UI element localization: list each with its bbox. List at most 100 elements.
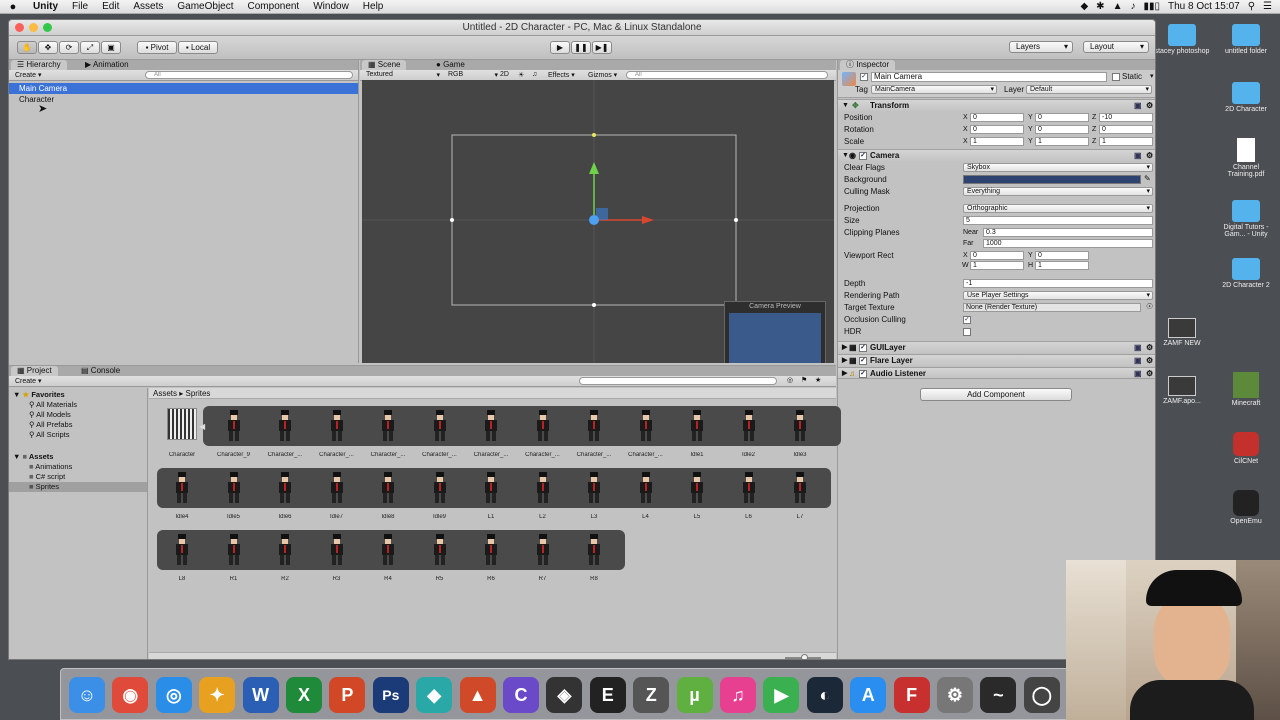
sprite-asset[interactable]: Character_9 (215, 408, 253, 458)
desktop-icon-folder[interactable]: stacey photoshop (1152, 24, 1212, 55)
settings-gear-icon[interactable]: ⚙ (1146, 368, 1153, 380)
maya-icon[interactable]: ◆ (416, 677, 453, 713)
sprite-asset[interactable]: R1 (215, 532, 253, 582)
scale-y-field[interactable]: 1 (1035, 137, 1089, 146)
desktop-icon-file[interactable]: Channel Training.pdf (1216, 138, 1276, 178)
hdr-checkbox[interactable] (963, 328, 971, 336)
move-gizmo-x-arrow[interactable] (642, 216, 654, 224)
battery-icon[interactable]: ▮▮▯ (1143, 1, 1160, 12)
thumbnail-size-slider-handle[interactable] (801, 654, 808, 659)
sprite-asset[interactable]: Idle2 (730, 408, 768, 458)
rendering-path-dropdown[interactable]: Use Player Settings (963, 291, 1153, 300)
sprite-asset[interactable]: Character_... (318, 408, 356, 458)
background-color-swatch[interactable] (963, 175, 1141, 184)
itunes-icon[interactable]: ♫ (720, 677, 756, 713)
safari-icon[interactable]: ◎ (155, 677, 192, 713)
facetime-icon[interactable]: ▶ (763, 677, 800, 713)
steam-icon[interactable]: ◐ (806, 677, 843, 713)
rotation-x-field[interactable]: 0 (970, 125, 1024, 134)
camera-handle-left[interactable] (450, 218, 454, 222)
camera-handle-top[interactable] (592, 133, 596, 137)
filter-by-type-icon[interactable]: ◎ (787, 376, 793, 384)
menu-edit[interactable]: Edit (95, 1, 126, 12)
camera-component-header[interactable]: ▼ ◉ ✓ Camera ▣ ⚙ (838, 149, 1155, 162)
menu-help[interactable]: Help (356, 1, 391, 12)
app-store-icon[interactable]: A (850, 677, 887, 713)
static-dropdown-icon[interactable]: ▾ (1150, 72, 1154, 80)
help-icon[interactable]: ▣ (1134, 150, 1142, 162)
tab-console[interactable]: ▤ Console (75, 366, 126, 376)
scene-audio-icon[interactable]: ♫ (532, 71, 537, 78)
desktop-icon-app[interactable]: Minecraft (1216, 372, 1276, 407)
desktop-icon-app[interactable]: OpenEmu (1216, 490, 1276, 525)
sprite-asset[interactable]: L6 (730, 470, 768, 520)
foldout-arrow-icon[interactable]: ▶ (842, 368, 847, 380)
viewport-y-field[interactable]: 0 (1035, 251, 1089, 260)
tab-animation[interactable]: ▶ Animation (79, 60, 135, 70)
sprite-asset[interactable]: Idle9 (421, 470, 459, 520)
sprite-asset[interactable]: Character_... (524, 408, 562, 458)
eyedropper-icon[interactable]: ✎ (1144, 174, 1151, 183)
camera-handle-right[interactable] (734, 218, 738, 222)
foldout-arrow-icon[interactable]: ▼ (842, 100, 849, 112)
bluetooth-icon[interactable]: ✱ (1096, 1, 1104, 12)
menubar-clock[interactable]: Thu 8 Oct 15:07 (1168, 1, 1240, 12)
project-search-input[interactable] (579, 377, 777, 385)
settings-gear-icon[interactable]: ⚙ (1146, 150, 1153, 162)
far-field[interactable]: 1000 (983, 239, 1153, 248)
rotation-y-field[interactable]: 0 (1035, 125, 1089, 134)
layers-dropdown[interactable]: Layers (1009, 41, 1073, 53)
camera-gizmo-icon[interactable] (589, 215, 599, 225)
sprite-asset[interactable]: Character_... (421, 408, 459, 458)
sprite-asset[interactable]: L1 (472, 470, 510, 520)
tab-hierarchy[interactable]: ☰ Hierarchy (11, 60, 67, 70)
zbrush-icon[interactable]: Z (633, 677, 670, 713)
sprite-asset[interactable]: Idle5 (215, 470, 253, 520)
favorite-item[interactable]: ⚲ All Prefabs (9, 420, 147, 430)
favorite-search-icon[interactable]: ★ (815, 376, 821, 384)
excel-icon[interactable]: X (286, 677, 322, 713)
local-toggle[interactable]: ▪ Local (178, 41, 218, 54)
notification-center-icon[interactable]: ☰ (1263, 1, 1272, 12)
sprite-asset[interactable]: Character_... (627, 408, 665, 458)
scale-z-field[interactable]: 1 (1099, 137, 1153, 146)
position-x-field[interactable]: 0 (970, 113, 1024, 122)
zoom-window-icon[interactable] (43, 23, 52, 32)
camera-enabled-checkbox[interactable]: ✓ (859, 152, 867, 160)
scene-search-input[interactable]: All (626, 71, 828, 79)
sprite-asset[interactable]: L2 (524, 470, 562, 520)
tag-dropdown[interactable]: MainCamera (871, 85, 997, 94)
wifi-icon[interactable]: ▲ (1113, 1, 1123, 12)
spotlight-icon[interactable]: ⚲ (1248, 1, 1255, 12)
system-preferences-icon[interactable]: ⚙ (937, 677, 973, 713)
scene-lighting-icon[interactable]: ☀ (518, 71, 524, 79)
menu-file[interactable]: File (65, 1, 95, 12)
camera-handle-bottom[interactable] (592, 303, 596, 307)
rotation-z-field[interactable]: 0 (1099, 125, 1153, 134)
apple-menu-icon[interactable]: ● (0, 1, 26, 13)
menu-component[interactable]: Component (241, 1, 307, 12)
guilayer-enabled-checkbox[interactable]: ✓ (859, 344, 867, 352)
tab-game[interactable]: ● Game (430, 60, 471, 70)
audio-listener-component-header[interactable]: ▶ ♫ ✓ Audio Listener ▣ ⚙ (838, 367, 1155, 380)
menu-assets[interactable]: Assets (126, 1, 170, 12)
position-z-field[interactable]: -10 (1099, 113, 1153, 122)
mudbox-icon[interactable]: ▲ (459, 677, 496, 713)
sprite-asset[interactable]: L3 (575, 470, 613, 520)
position-y-field[interactable]: 0 (1035, 113, 1089, 122)
sprite-asset[interactable]: Idle6 (266, 470, 304, 520)
size-field[interactable]: 5 (963, 216, 1153, 225)
move-gizmo-y-arrow[interactable] (589, 162, 599, 174)
occlusion-culling-checkbox[interactable]: ✓ (963, 316, 971, 324)
favorite-item[interactable]: ⚲ All Scripts (9, 430, 147, 440)
scale-x-field[interactable]: 1 (970, 137, 1024, 146)
viewport-x-field[interactable]: 0 (970, 251, 1024, 260)
sprite-asset[interactable]: Character_... (472, 408, 510, 458)
sprite-asset[interactable]: L7 (781, 470, 819, 520)
rect-tool-button[interactable]: ▣ (101, 41, 121, 54)
sprite-asset[interactable]: Character_... (266, 408, 304, 458)
assets-folder[interactable]: ▼ ■ Assets (9, 452, 147, 462)
project-create-dropdown[interactable]: Create ▾ (15, 377, 41, 385)
pivot-toggle[interactable]: ▪ Pivot (137, 41, 177, 54)
asset-folder-item-selected[interactable]: ■ Sprites (9, 482, 147, 492)
